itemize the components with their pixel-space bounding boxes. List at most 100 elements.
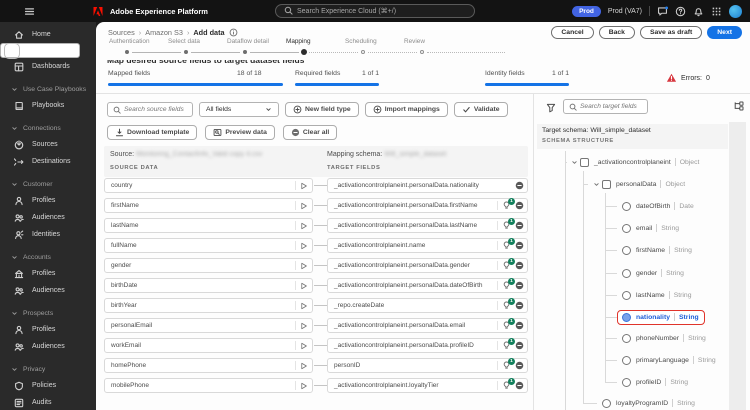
sidebar-item-workflows[interactable]: Workflows (0, 42, 80, 59)
remove-mapping-icon[interactable] (515, 361, 524, 370)
suggestions-icon[interactable]: 1 (502, 378, 515, 390)
env-label[interactable]: Prod (VA7) (608, 8, 642, 15)
sidebar-item-policies[interactable]: Policies (0, 377, 96, 394)
map-action-icon[interactable] (300, 342, 308, 350)
target-field[interactable]: _repo.createDate 1 (327, 298, 528, 313)
map-action-icon[interactable] (300, 182, 308, 190)
target-field[interactable]: _activationcontrolplaneint.personalData.… (327, 198, 528, 213)
schema-node-email[interactable]: email String (617, 220, 685, 236)
map-action-icon[interactable] (300, 202, 308, 210)
menu-icon[interactable] (24, 6, 35, 17)
source-field[interactable]: birthDate (104, 278, 313, 293)
schema-node-loyaltyprogramid[interactable]: loyaltyProgramID String (597, 395, 701, 410)
target-field[interactable]: _activationcontrolplaneint.personalData.… (327, 178, 528, 193)
target-field[interactable]: _activationcontrolplaneint.personalData.… (327, 218, 528, 233)
schema-field-radio[interactable] (622, 377, 631, 387)
sidebar-item-profiles[interactable]: Profiles (0, 265, 96, 282)
info-icon[interactable] (229, 28, 238, 37)
map-action-icon[interactable] (300, 242, 308, 250)
schema-field-radio[interactable] (622, 290, 631, 300)
schema-node-profileid[interactable]: profileID String (617, 374, 694, 390)
remove-mapping-icon[interactable] (515, 221, 524, 230)
schema-field-radio[interactable] (622, 333, 631, 343)
schema-node-lastname[interactable]: lastName String (617, 287, 697, 303)
source-fields-search[interactable] (107, 102, 193, 117)
step-mapping[interactable]: Mapping (283, 37, 358, 61)
schema-field-radio[interactable] (622, 268, 631, 278)
step-scheduling[interactable]: Scheduling (342, 37, 417, 61)
schema-node-primarylanguage[interactable]: primaryLanguage String (617, 352, 722, 368)
step-select-data[interactable]: Select data (165, 37, 240, 61)
remove-mapping-icon[interactable] (515, 341, 524, 350)
sidebar-item-destinations[interactable]: Destinations (0, 153, 96, 170)
target-field[interactable]: _activationcontrolplaneint.personalData.… (327, 258, 528, 273)
remove-mapping-icon[interactable] (515, 181, 524, 190)
sidebar-item-audits[interactable]: Audits (0, 394, 96, 410)
map-action-icon[interactable] (300, 382, 308, 390)
source-field[interactable]: fullName (104, 238, 313, 253)
breadcrumb-amazon-s3[interactable]: Amazon S3 (145, 28, 183, 37)
schema-node-dateofbirth[interactable]: dateOfBirth Date (617, 198, 700, 214)
sidebar-section-customer[interactable]: Customer (0, 177, 96, 192)
target-fields-search-input[interactable] (580, 103, 642, 110)
target-field[interactable]: _activationcontrolplaneint.personalData.… (327, 338, 528, 353)
schema-node-nationality[interactable]: nationality String (617, 309, 705, 325)
avatar[interactable] (729, 4, 742, 18)
sidebar-item-audiences[interactable]: Audiences (0, 209, 96, 226)
sidebar-item-audiences[interactable]: Audiences (0, 338, 96, 355)
source-field[interactable]: homePhone (104, 358, 313, 373)
remove-mapping-icon[interactable] (515, 281, 524, 290)
step-authentication[interactable]: Authentication (106, 37, 181, 61)
sidebar-section-connections[interactable]: Connections (0, 121, 96, 136)
source-field[interactable]: birthYear (104, 298, 313, 313)
source-field[interactable]: firstName (104, 198, 313, 213)
step-dataflow-detail[interactable]: Dataflow detail (224, 37, 299, 61)
validate-button[interactable]: Validate (453, 102, 508, 117)
schema-node-phonenumber[interactable]: phoneNumber String (617, 330, 712, 346)
remove-mapping-icon[interactable] (515, 381, 524, 390)
source-field[interactable]: personalEmail (104, 318, 313, 333)
remove-mapping-icon[interactable] (515, 201, 524, 210)
step-review[interactable]: Review (401, 37, 505, 61)
suggestions-icon[interactable]: 1 (502, 198, 515, 210)
schema-field-radio[interactable] (622, 223, 631, 233)
suggestions-icon[interactable]: 1 (502, 318, 515, 330)
sidebar-item-sources[interactable]: Sources (0, 136, 96, 153)
sidebar-item-identities[interactable]: Identities (0, 226, 96, 243)
schema-object-checkbox[interactable] (602, 179, 611, 189)
schema-structure-view-icon[interactable] (734, 101, 744, 111)
chat-icon[interactable] (657, 5, 668, 17)
chevron-down-icon[interactable] (571, 159, 578, 166)
sidebar-item-dashboards[interactable]: Dashboards (0, 58, 96, 75)
schema-node--activationcontrolplaneint[interactable]: _activationcontrolplaneint Object (566, 154, 705, 170)
remove-mapping-icon[interactable] (515, 261, 524, 270)
schema-field-radio[interactable] (622, 245, 631, 255)
sidebar-item-profiles[interactable]: Profiles (0, 321, 96, 338)
suggestions-icon[interactable]: 1 (502, 298, 515, 310)
map-action-icon[interactable] (300, 222, 308, 230)
bell-icon[interactable] (693, 6, 704, 17)
suggestions-icon[interactable]: 1 (502, 278, 515, 290)
clear-all-button[interactable]: Clear all (282, 125, 338, 140)
suggestions-icon[interactable]: 1 (502, 238, 515, 250)
chevron-down-icon[interactable] (593, 181, 600, 188)
schema-node-gender[interactable]: gender String (617, 265, 690, 281)
cancel-button[interactable]: Cancel (551, 26, 594, 39)
remove-mapping-icon[interactable] (515, 301, 524, 310)
schema-node-personaldata[interactable]: personalData Object (588, 176, 691, 192)
new-field-type-button[interactable]: New field type (285, 102, 359, 117)
suggestions-icon[interactable]: 1 (502, 258, 515, 270)
source-field[interactable]: gender (104, 258, 313, 273)
sidebar-section-prospects[interactable]: Prospects (0, 306, 96, 321)
schema-field-radio[interactable] (622, 201, 631, 211)
schema-field-radio[interactable] (602, 398, 611, 408)
remove-mapping-icon[interactable] (515, 241, 524, 250)
target-field[interactable]: _activationcontrolplaneint.name 1 (327, 238, 528, 253)
global-search[interactable]: Search Experience Cloud (⌘+/) (275, 4, 475, 18)
map-action-icon[interactable] (300, 282, 308, 290)
field-filter-select[interactable]: All fields (199, 102, 279, 117)
sidebar-item-profiles[interactable]: Profiles (0, 192, 96, 209)
back-button[interactable]: Back (598, 26, 635, 39)
target-fields-search[interactable] (563, 99, 648, 114)
suggestions-icon[interactable]: 1 (502, 218, 515, 230)
